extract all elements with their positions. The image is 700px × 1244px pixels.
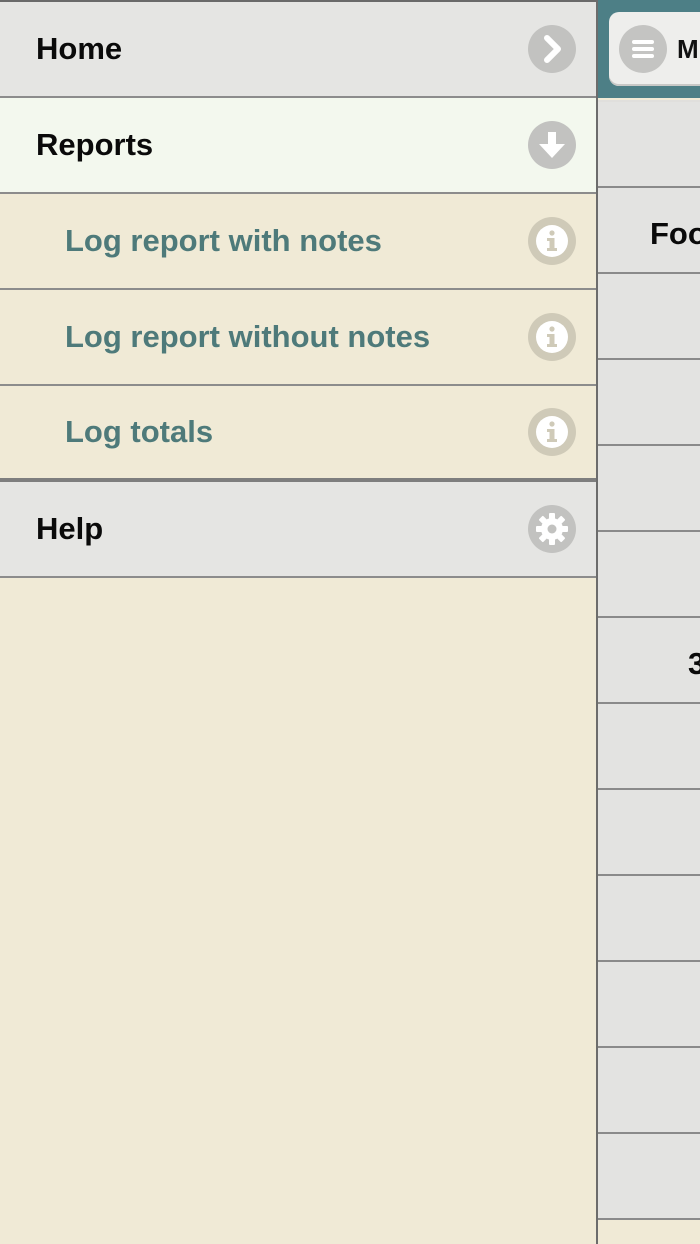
- list-item[interactable]: [598, 100, 700, 188]
- list-item[interactable]: [598, 360, 700, 446]
- info-icon: [528, 217, 576, 265]
- menu-item-log-totals[interactable]: Log totals: [0, 386, 596, 482]
- header-bar: M: [598, 0, 700, 98]
- menu-item-home[interactable]: Home: [0, 2, 596, 98]
- menu-item-label: Log report with notes: [65, 223, 382, 258]
- list-item-text: Foo: [650, 216, 700, 251]
- side-menu: Home Reports Log report with notes Log r…: [0, 0, 596, 1244]
- menu-item-label: Home: [36, 31, 123, 66]
- list-item[interactable]: 3: [598, 618, 700, 704]
- list-item[interactable]: [598, 532, 700, 618]
- list-item[interactable]: [598, 704, 700, 790]
- info-icon: [528, 313, 576, 361]
- info-icon: [528, 408, 576, 456]
- list-item[interactable]: [598, 446, 700, 532]
- screen: Home Reports Log report with notes Log r…: [0, 0, 700, 1244]
- hamburger-icon: [619, 25, 667, 73]
- list-item[interactable]: [598, 1048, 700, 1134]
- menu-item-label: Help: [36, 511, 104, 546]
- menu-item-label: Reports: [36, 127, 154, 162]
- list-item[interactable]: [598, 274, 700, 360]
- page-list: Foo 3: [598, 100, 700, 1220]
- main-page: M Foo 3: [596, 0, 700, 1244]
- list-item[interactable]: [598, 1134, 700, 1220]
- menu-item-log-report-without-notes[interactable]: Log report without notes: [0, 290, 596, 386]
- arrow-down-icon: [528, 121, 576, 169]
- menu-item-log-report-with-notes[interactable]: Log report with notes: [0, 194, 596, 290]
- list-item[interactable]: [598, 876, 700, 962]
- gear-icon: [528, 505, 576, 553]
- menu-empty-area: [0, 584, 596, 1244]
- list-item[interactable]: [598, 962, 700, 1048]
- menu-item-help[interactable]: Help: [0, 482, 596, 578]
- list-item[interactable]: Foo: [598, 188, 700, 274]
- menu-item-label: Log report without notes: [65, 319, 431, 354]
- list-item[interactable]: [598, 790, 700, 876]
- menu-item-reports[interactable]: Reports: [0, 98, 596, 194]
- chevron-right-icon: [528, 25, 576, 73]
- list-item-text: 3: [688, 646, 700, 682]
- menu-toggle-button[interactable]: M: [609, 12, 700, 86]
- menu-button-label: M: [677, 34, 699, 64]
- menu-item-label: Log totals: [65, 414, 214, 449]
